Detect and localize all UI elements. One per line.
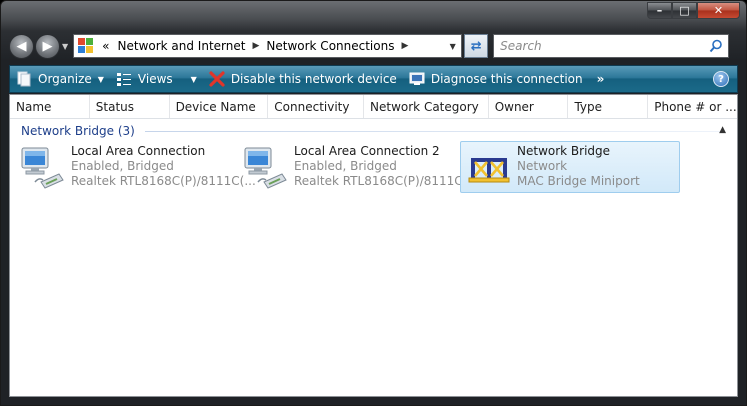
network-adapter-icon xyxy=(19,144,67,192)
list-item[interactable]: Network Bridge Network MAC Bridge Minipo… xyxy=(460,141,680,193)
views-button[interactable]: Views ▼ xyxy=(110,66,203,92)
forward-arrow-icon: ▶ xyxy=(42,38,53,54)
item-name: Local Area Connection xyxy=(71,144,206,158)
column-headers: Name Status Device Name Connectivity Net… xyxy=(10,95,737,119)
disable-device-label: Disable this network device xyxy=(230,72,397,86)
search-icon[interactable] xyxy=(709,39,723,53)
diagnose-icon xyxy=(409,71,425,87)
command-bar: Organize ▼ Views ▼ Disable this network … xyxy=(9,65,738,93)
item-device: Realtek RTL8168C(P)/8111C(... xyxy=(71,174,256,188)
column-header-type[interactable]: Type xyxy=(568,95,649,118)
group-label: Network Bridge (3) xyxy=(21,124,135,138)
column-header-owner[interactable]: Owner xyxy=(489,95,569,118)
recent-pages-dropdown-icon[interactable]: ▼ xyxy=(62,42,68,51)
column-header-device-name[interactable]: Device Name xyxy=(170,95,269,118)
more-commands-button[interactable]: » xyxy=(589,66,613,92)
item-status: Enabled, Bridged xyxy=(294,159,397,173)
views-icon xyxy=(116,71,132,87)
item-name: Network Bridge xyxy=(517,144,611,158)
organize-dropdown-icon: ▼ xyxy=(97,74,104,84)
help-icon[interactable]: ? xyxy=(713,71,729,87)
breadcrumb-separator-icon[interactable]: ▶ xyxy=(401,41,408,51)
breadcrumb-network-and-internet[interactable]: Network and Internet xyxy=(118,39,246,53)
maximize-button[interactable]: □ xyxy=(672,2,697,19)
list-item[interactable]: Local Area Connection Enabled, Bridged R… xyxy=(14,141,256,193)
search-input[interactable]: Search xyxy=(493,34,730,58)
explorer-window: – □ ✕ ◀ ▶ ▼ « Network and Internet ▶ Net… xyxy=(0,0,747,406)
file-list-view: Name Status Device Name Connectivity Net… xyxy=(9,94,738,397)
address-dropdown-icon[interactable]: ▼ xyxy=(443,35,461,57)
column-header-status[interactable]: Status xyxy=(90,95,170,118)
network-bridge-icon xyxy=(465,144,513,192)
item-status: Enabled, Bridged xyxy=(71,159,174,173)
group-divider xyxy=(144,130,723,132)
group-header[interactable]: Network Bridge (3) ▲ xyxy=(10,121,737,141)
organize-icon xyxy=(16,71,32,87)
refresh-icon: ⇄ xyxy=(470,38,482,54)
views-label: Views xyxy=(137,72,173,86)
network-adapter-icon xyxy=(242,144,290,192)
caption-buttons: – □ ✕ xyxy=(647,2,740,19)
navigation-bar: ◀ ▶ ▼ « Network and Internet ▶ Network C… xyxy=(9,33,738,59)
views-dropdown-icon[interactable]: ▼ xyxy=(191,75,197,84)
item-device: Realtek RTL8168C(P)/8111C(... xyxy=(294,174,479,188)
column-header-name[interactable]: Name xyxy=(10,95,90,118)
column-header-connectivity[interactable]: Connectivity xyxy=(268,95,365,118)
close-button[interactable]: ✕ xyxy=(697,2,740,19)
disable-device-button[interactable]: Disable this network device xyxy=(203,66,403,92)
organize-button[interactable]: Organize ▼ xyxy=(10,66,110,92)
breadcrumb-overflow[interactable]: « xyxy=(102,39,109,53)
item-device: MAC Bridge Miniport xyxy=(517,174,640,188)
refresh-button[interactable]: ⇄ xyxy=(464,34,489,58)
search-placeholder: Search xyxy=(500,39,542,53)
list-item[interactable]: Local Area Connection 2 Enabled, Bridged… xyxy=(237,141,479,193)
back-arrow-icon: ◀ xyxy=(16,38,27,54)
address-bar[interactable]: « Network and Internet ▶ Network Connect… xyxy=(73,34,463,58)
back-button[interactable]: ◀ xyxy=(9,33,34,59)
diagnose-connection-label: Diagnose this connection xyxy=(430,72,583,86)
connections-list: Local Area Connection Enabled, Bridged R… xyxy=(10,141,737,201)
organize-label: Organize xyxy=(38,72,92,86)
column-header-network-category[interactable]: Network Category xyxy=(364,95,489,118)
column-header-phone[interactable]: Phone # or ... xyxy=(648,95,737,118)
forward-button[interactable]: ▶ xyxy=(35,33,60,59)
control-panel-icon xyxy=(78,38,96,54)
breadcrumb-network-connections[interactable]: Network Connections xyxy=(266,39,394,53)
collapse-chevron-icon[interactable]: ▲ xyxy=(719,125,726,135)
minimize-button[interactable]: – xyxy=(647,2,672,19)
item-name: Local Area Connection 2 xyxy=(294,144,440,158)
breadcrumb-separator-icon[interactable]: ▶ xyxy=(252,41,259,51)
disable-x-icon xyxy=(209,71,225,87)
item-status: Network xyxy=(517,159,568,173)
diagnose-connection-button[interactable]: Diagnose this connection xyxy=(403,66,589,92)
